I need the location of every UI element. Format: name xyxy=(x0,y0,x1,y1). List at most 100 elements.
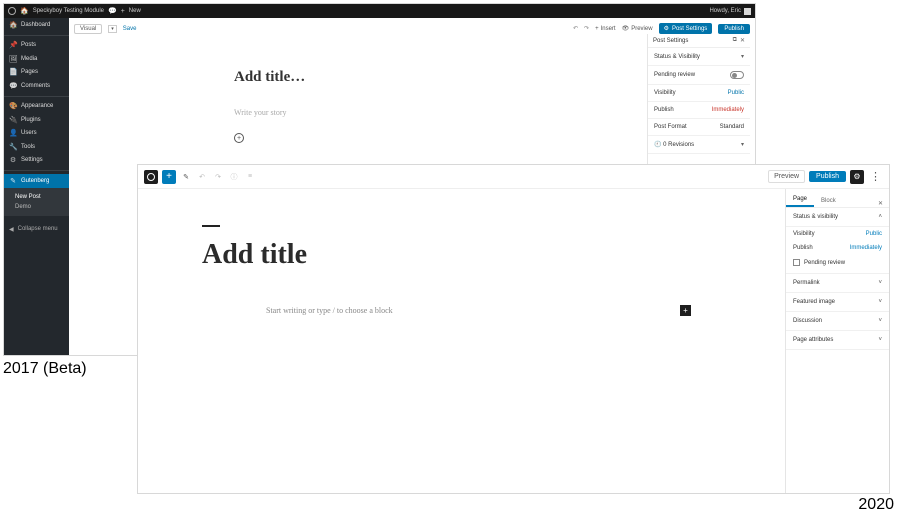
wordpress-logo-button[interactable] xyxy=(144,170,158,184)
sidebar-subitem-demo[interactable]: Demo xyxy=(15,202,69,212)
post-title-input[interactable]: Add title… xyxy=(234,69,487,86)
editor-mode-visual[interactable]: Visual xyxy=(74,24,102,34)
sidebar-separator xyxy=(4,170,69,171)
block-prompt-input[interactable]: Start writing or type / to choose a bloc… xyxy=(266,306,393,315)
sidebar-submenu: New Post Demo xyxy=(4,188,69,216)
sidebar-item-settings[interactable]: ⚙Settings xyxy=(4,154,69,168)
chevron-down-icon: ▾ xyxy=(741,53,744,60)
post-settings-button[interactable]: ⚙Post Settings xyxy=(659,23,713,34)
discussion-section[interactable]: Discussion˅ xyxy=(786,312,889,331)
save-button[interactable]: Save xyxy=(123,26,137,32)
gear-icon: ⚙ xyxy=(664,25,669,32)
sidebar-item-label: Plugins xyxy=(21,117,41,123)
sidebar-item-pages[interactable]: 📄Pages xyxy=(4,66,69,80)
chevron-down-icon: ˅ xyxy=(878,299,882,305)
sidebar-subitem-new-post[interactable]: New Post xyxy=(15,192,69,202)
inline-add-block-button[interactable]: + xyxy=(680,305,691,316)
undo-icon[interactable]: ↶ xyxy=(196,173,208,181)
page-attributes-section[interactable]: Page attributes˅ xyxy=(786,331,889,350)
add-new-plus-icon[interactable]: + xyxy=(121,8,125,15)
redo-icon[interactable]: ↷ xyxy=(212,173,224,181)
add-block-button[interactable]: + xyxy=(162,170,176,184)
sidebar-item-label: Pages xyxy=(21,69,38,75)
visibility-value[interactable]: Public xyxy=(866,231,882,237)
edit-mode-icon[interactable]: ✎ xyxy=(180,173,192,181)
add-block-button[interactable]: + xyxy=(234,133,244,143)
revisions-icon: 🕘 xyxy=(654,142,661,148)
publish-button[interactable]: Publish xyxy=(809,171,846,182)
pending-review-toggle[interactable] xyxy=(730,71,744,79)
home-icon[interactable]: 🏠 xyxy=(20,7,29,15)
sidebar-item-comments[interactable]: 💬Comments xyxy=(4,79,69,93)
plus-icon: + xyxy=(595,26,599,32)
plugins-icon: 🔌 xyxy=(9,116,17,124)
sidebar-item-label: Dashboard xyxy=(21,22,50,28)
wordpress-logo-icon[interactable] xyxy=(8,7,16,15)
site-title[interactable]: Speckyboy Testing Module xyxy=(33,8,104,14)
redo-icon[interactable]: ↷ xyxy=(584,25,589,32)
publish-button[interactable]: Publish xyxy=(718,24,750,34)
sidebar-item-posts[interactable]: 📌 Posts xyxy=(4,39,69,53)
preview-button[interactable]: Preview xyxy=(768,170,805,183)
sidebar-item-appearance[interactable]: 🎨Appearance xyxy=(4,100,69,114)
outline-icon[interactable]: ≡ xyxy=(244,173,256,180)
visibility-value[interactable]: Public xyxy=(728,90,744,96)
chevron-down-icon: ▾ xyxy=(741,141,744,148)
sidebar-item-tools[interactable]: 🔧 Tools xyxy=(4,140,69,154)
tools-icon: 🔧 xyxy=(9,143,17,151)
permalink-section[interactable]: Permalink˅ xyxy=(786,274,889,293)
undo-icon[interactable]: ↶ xyxy=(573,25,578,32)
caption-2020: 2020 xyxy=(858,496,894,514)
insert-button[interactable]: +Insert xyxy=(595,26,616,32)
posts-icon: 📌 xyxy=(9,41,17,49)
post-format-row: Post Format Standard xyxy=(648,119,750,136)
publish-value[interactable]: Immediately xyxy=(850,245,882,251)
gear-icon: ⚙ xyxy=(853,172,860,181)
pending-review-checkbox[interactable] xyxy=(793,259,800,266)
sidebar-item-users[interactable]: 👤Users xyxy=(4,127,69,141)
post-format-value: Standard xyxy=(720,124,744,130)
collapse-label: Collapse menu xyxy=(18,226,58,232)
post-content-input[interactable]: Write your story xyxy=(234,108,487,117)
editor-mode-caret-icon[interactable]: ▾ xyxy=(108,25,117,33)
editor-canvas-2020: Add title Start writing or type / to cho… xyxy=(138,189,785,493)
featured-image-section[interactable]: Featured image˅ xyxy=(786,293,889,312)
sidebar-item-label: Comments xyxy=(21,83,50,89)
avatar[interactable] xyxy=(744,8,751,15)
publish-row: PublishImmediately xyxy=(786,241,889,255)
tab-page[interactable]: Page xyxy=(786,192,814,207)
publish-label: Publish xyxy=(654,107,674,113)
panel-tabs: Page Block ✕ xyxy=(786,189,889,208)
howdy-user[interactable]: Howdy, Eric xyxy=(709,8,741,14)
sidebar-item-plugins[interactable]: 🔌 Plugins xyxy=(4,113,69,127)
sidebar-item-label: Settings xyxy=(21,157,43,163)
sidebar-item-gutenberg[interactable]: ✎Gutenberg xyxy=(4,174,69,188)
sidebar-item-label: Tools xyxy=(21,144,35,150)
comments-icon[interactable]: 💬 xyxy=(108,7,117,15)
post-title-input[interactable]: Add title xyxy=(202,239,721,271)
sidebar-item-label: Posts xyxy=(21,42,36,48)
preview-button[interactable]: 👁Preview xyxy=(622,25,653,32)
chevron-down-icon: ˅ xyxy=(878,337,882,343)
publish-value[interactable]: Immediately xyxy=(712,107,744,113)
tab-block[interactable]: Block xyxy=(814,194,843,207)
add-new-link[interactable]: New xyxy=(129,8,141,14)
revisions-section[interactable]: 🕘 0 Revisions ▾ xyxy=(648,136,750,154)
more-options-button[interactable]: ⋮ xyxy=(868,170,883,183)
status-visibility-section[interactable]: Status & visibility˄ xyxy=(786,208,889,227)
close-panel-icon[interactable]: ✕ xyxy=(872,200,889,207)
sidebar-item-dashboard[interactable]: 🏠Dashboard xyxy=(4,18,69,32)
chevron-down-icon: ˅ xyxy=(878,318,882,324)
popout-icon[interactable]: ⧉ xyxy=(733,37,737,44)
eye-icon: 👁 xyxy=(622,25,630,32)
close-icon[interactable]: ✕ xyxy=(740,37,745,44)
title-rule xyxy=(202,225,220,227)
collapse-menu-button[interactable]: ◀Collapse menu xyxy=(4,222,69,237)
sidebar-item-label: Users xyxy=(21,130,37,136)
sidebar-item-media[interactable]: 🖼Media xyxy=(4,52,69,66)
settings-button[interactable]: ⚙ xyxy=(850,170,864,184)
pending-review-label: Pending review xyxy=(654,72,695,78)
info-icon[interactable]: ⓘ xyxy=(228,172,240,182)
visibility-row: VisibilityPublic xyxy=(786,227,889,241)
status-visibility-section[interactable]: Status & Visibility▾ xyxy=(648,48,750,66)
